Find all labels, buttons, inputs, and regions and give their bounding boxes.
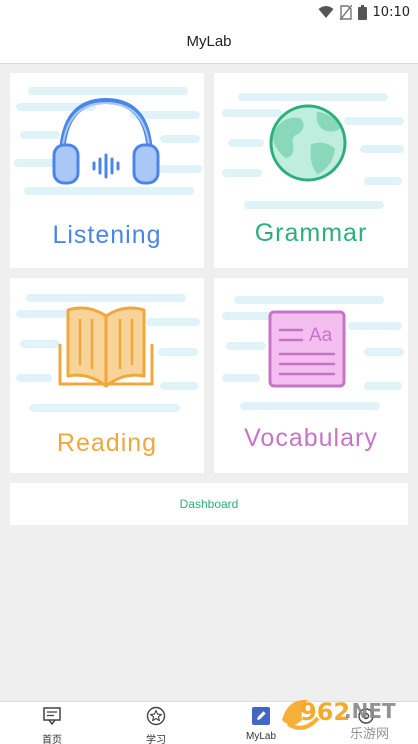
battery-icon xyxy=(357,4,367,20)
vocabulary-label: Vocabulary xyxy=(244,424,378,452)
site-watermark: 962 .NET 乐游网 xyxy=(278,690,414,742)
grammar-label: Grammar xyxy=(254,219,368,247)
no-sim-icon xyxy=(339,4,352,20)
page-title: MyLab xyxy=(186,33,232,50)
status-time: 10:10 xyxy=(372,4,410,20)
grammar-card[interactable]: Grammar xyxy=(214,73,408,268)
svg-text:962: 962 xyxy=(300,698,350,726)
status-bar: 10:10 xyxy=(0,0,418,24)
app-bar: MyLab xyxy=(0,24,418,64)
watermark-logo: 962 .NET 乐游网 xyxy=(282,698,396,742)
home-board-icon xyxy=(43,707,61,726)
listening-label: Listening xyxy=(52,221,162,249)
listening-card[interactable]: Listening xyxy=(10,73,204,268)
svg-text:.NET: .NET xyxy=(344,699,396,723)
wifi-icon xyxy=(318,6,334,18)
dashboard-button[interactable]: Dashboard xyxy=(10,483,408,525)
vocabulary-icon-text: Aa xyxy=(309,325,333,346)
status-icons: 10:10 xyxy=(318,3,410,21)
star-circle-icon xyxy=(146,706,166,726)
reading-label: Reading xyxy=(56,429,158,457)
tab-home[interactable]: 首页 xyxy=(12,702,92,744)
svg-text:乐游网: 乐游网 xyxy=(350,727,389,742)
reading-card[interactable]: Reading xyxy=(10,278,204,473)
vocabulary-card[interactable]: Aa Vocabulary xyxy=(214,278,408,473)
dashboard-label: Dashboard xyxy=(179,497,239,511)
tab-study-label: 学习 xyxy=(146,735,166,744)
tab-home-label: 首页 xyxy=(42,735,62,744)
pencil-icon xyxy=(252,707,270,725)
tab-study[interactable]: 学习 xyxy=(116,702,196,744)
